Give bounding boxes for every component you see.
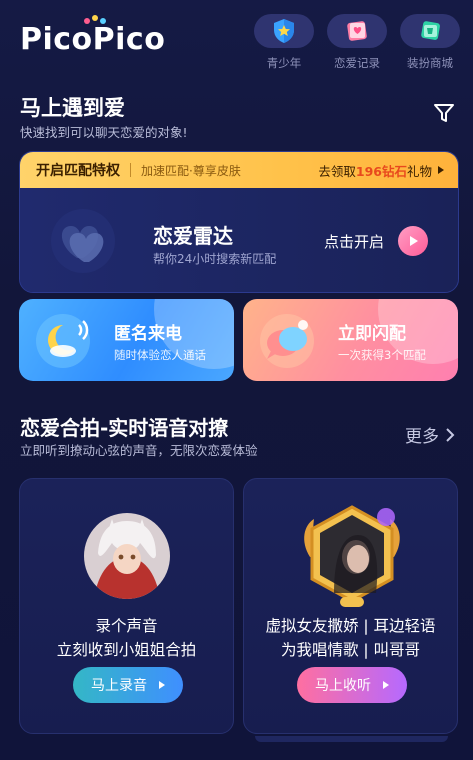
nav-teen-mode[interactable]: 青少年 (253, 14, 315, 71)
tile-subtitle: 随时体验恋人通话 (114, 348, 206, 362)
section-subtitle-match: 快速找到可以聊天恋爱的对象! (20, 125, 188, 140)
radar-open-label: 点击开启 (323, 232, 384, 251)
card-line-2: 立刻收到小姐姐合拍 (56, 641, 197, 659)
banner-divider (130, 163, 131, 177)
card-line-2: 为我唱情歌 | 叫哥哥 (280, 641, 421, 659)
avatar (84, 513, 170, 599)
button-label: 马上录音 (91, 678, 147, 694)
love-record-icon (327, 14, 387, 48)
banner-title: 开启匹配特权 (36, 163, 120, 179)
radar-subtitle: 帮你24小时搜索新匹配 (153, 252, 277, 266)
instant-match-tile[interactable]: 立即闪配 一次获得3个匹配 (243, 299, 458, 381)
nav-label: 装扮商城 (407, 56, 453, 70)
dress-up-store-icon (400, 14, 460, 48)
avatar-frame (296, 501, 408, 611)
section-title-match: 马上遇到爱 (20, 96, 125, 120)
more-label: 更多 (405, 427, 439, 447)
record-voice-card: 录个声音 立刻收到小姐姐合拍 马上录音 (19, 478, 234, 734)
chevron-right-icon (446, 427, 455, 442)
record-now-button[interactable]: 马上录音 (73, 667, 183, 703)
banner-reward-prefix: 去领取 (318, 163, 356, 179)
banner-desc: 加速匹配·尊享皮肤 (141, 163, 241, 178)
tile-title: 匿名来电 (114, 324, 182, 344)
app-logo: PicoPico (20, 15, 165, 57)
love-radar-card[interactable]: 开启匹配特权 加速匹配·尊享皮肤 去领取 196钻石 礼物 恋爱雷达 帮你24小… (19, 151, 459, 293)
nav-love-record[interactable]: 恋爱记录 (326, 14, 388, 71)
radar-open-button[interactable]: 点击开启 (324, 226, 428, 256)
section-subtitle-voice: 立即听到撩动心弦的声音，无限次恋爱体验 (20, 443, 258, 458)
banner-reward-highlight: 196钻石 (355, 163, 407, 179)
tile-title: 立即闪配 (338, 324, 406, 344)
card-line-1: 虚拟女友撒娇 | 耳边轻语 (265, 617, 436, 635)
tile-subtitle: 一次获得3个匹配 (338, 348, 426, 362)
top-nav: 青少年 恋爱记录 装扮商城 (253, 14, 461, 71)
play-arrow-icon (159, 681, 165, 689)
radar-title: 恋爱雷达 (153, 224, 233, 248)
moon-call-icon (33, 311, 95, 369)
play-icon (398, 226, 428, 256)
radar-body: 恋爱雷达 帮你24小时搜索新匹配 点击开启 (20, 188, 458, 292)
nav-label: 青少年 (266, 56, 302, 70)
filter-icon[interactable] (433, 102, 455, 128)
listen-now-button[interactable]: 马上收听 (297, 667, 407, 703)
more-link[interactable]: 更多 (405, 422, 457, 447)
shield-star-icon (254, 14, 314, 48)
heart-radar-icon (44, 208, 122, 274)
section-title-voice: 恋爱合拍-实时语音对撩 (20, 416, 229, 440)
button-label: 马上收听 (315, 678, 371, 694)
play-arrow-icon (383, 681, 389, 689)
chat-bubble-icon (257, 311, 319, 369)
banner-reward-suffix: 礼物 (406, 163, 432, 179)
nav-dress-store[interactable]: 装扮商城 (399, 14, 461, 71)
anonymous-call-tile[interactable]: 匿名来电 随时体验恋人通话 (19, 299, 234, 381)
banner-reward-link[interactable]: 去领取 196钻石 礼物 (318, 161, 444, 180)
arrow-right-icon (438, 166, 444, 174)
listen-voice-card: 虚拟女友撒娇 | 耳边轻语 为我唱情歌 | 叫哥哥 马上收听 (243, 478, 458, 734)
match-privilege-banner[interactable]: 开启匹配特权 加速匹配·尊享皮肤 去领取 196钻石 礼物 (20, 152, 458, 188)
nav-label: 恋爱记录 (334, 56, 380, 70)
card-stack-edge (255, 736, 448, 742)
card-line-1: 录个声音 (95, 617, 158, 635)
